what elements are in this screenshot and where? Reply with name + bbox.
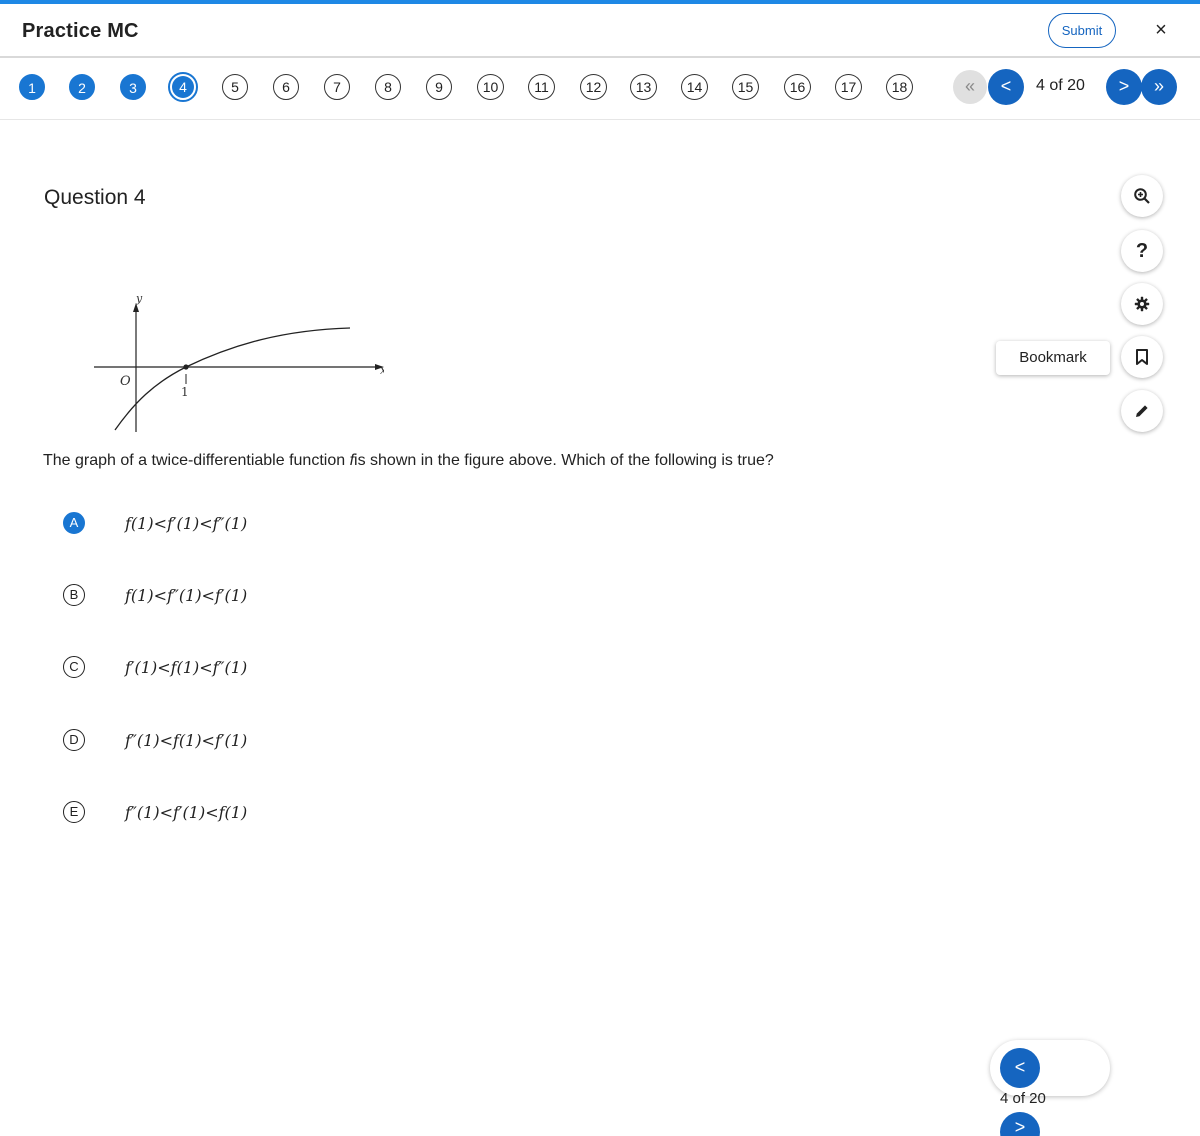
bookmark-label[interactable]: Bookmark [996,341,1110,375]
question-text: The graph of a twice-differentiable func… [43,452,774,470]
close-button[interactable]: × [1149,18,1173,42]
tick-label-1: 1 [181,385,189,399]
question-number-13[interactable]: 13 [630,74,657,100]
floating-next-button[interactable]: > [1000,1112,1040,1136]
question-number-17[interactable]: 17 [835,74,862,100]
question-number-7[interactable]: 7 [324,74,350,100]
question-number-4[interactable]: 4 [168,72,198,102]
choice-letter-bubble[interactable]: A [63,512,85,534]
question-number-16[interactable]: 16 [784,74,811,100]
x-axis-label: x [380,363,384,377]
submit-button[interactable]: Submit [1048,13,1116,48]
zoom-in-icon [1134,188,1150,204]
help-button[interactable]: ? [1121,230,1163,272]
floating-previous-button[interactable]: < [1000,1048,1040,1088]
gear-icon [1134,296,1150,312]
question-number-14[interactable]: 14 [681,74,708,100]
question-number-1[interactable]: 1 [19,74,45,100]
choice-letter-bubble[interactable]: B [63,584,85,606]
answer-choice-e[interactable]: Ef″(1)<f′(1)<f(1) [63,801,563,827]
first-question-button[interactable]: « [953,70,987,104]
header: Practice MC Submit × [0,4,1200,58]
choice-letter-bubble[interactable]: D [63,729,85,751]
origin-label: O [120,374,131,389]
y-axis-label: y [135,292,143,305]
question-text-before: The graph of a twice-differentiable func… [43,452,350,469]
question-number-9[interactable]: 9 [426,74,452,100]
answer-choice-d[interactable]: Df″(1)<f(1)<f′(1) [63,729,563,755]
annotate-button[interactable] [1121,390,1163,432]
function-curve [114,327,351,431]
question-navigator: 1 2 3 4 5 6 7 8 9 10 11 12 13 14 15 16 17 18 « < 4 of 20 … [0,60,1200,120]
choice-text: f″(1)<f′(1)<f(1) [125,803,248,822]
zoom-in-button[interactable] [1121,175,1163,217]
answer-choice-c[interactable]: Cf′(1)<f(1)<f″(1) [63,656,563,682]
choice-text: f(1)<f′(1)<f″(1) [125,514,248,533]
choice-text: f″(1)<f(1)<f′(1) [125,731,248,750]
question-number-5[interactable]: 5 [222,74,248,100]
question-text-after: is shown in the figure above. Which of t… [354,452,774,469]
question-position: 4 of 20 [1036,77,1085,94]
bookmark-button[interactable] [1121,336,1163,378]
choice-text: f′(1)<f(1)<f″(1) [125,658,248,677]
choice-text: f(1)<f″(1)<f′(1) [125,586,248,605]
question-heading: Question 4 [44,186,146,209]
pencil-icon [1136,405,1148,417]
question-number-10[interactable]: 10 [477,74,504,100]
choice-letter-bubble[interactable]: E [63,801,85,823]
root-point [183,364,189,370]
question-number-6[interactable]: 6 [273,74,299,100]
question-number-18[interactable]: 18 [886,74,913,100]
question-number-15[interactable]: 15 [732,74,759,100]
app-title: Practice MC [22,20,139,42]
bookmark-icon [1136,349,1148,365]
question-number-8[interactable]: 8 [375,74,401,100]
question-number-11[interactable]: 11 [528,74,555,100]
question-number-label: 4 [172,76,194,98]
settings-button[interactable] [1121,283,1163,325]
answer-choice-b[interactable]: Bf(1)<f″(1)<f′(1) [63,584,563,610]
choice-letter-bubble[interactable]: C [63,656,85,678]
previous-question-button[interactable]: < [988,69,1024,105]
floating-position: 4 of 20 [1000,1090,1046,1107]
question-number-12[interactable]: 12 [580,74,607,100]
answer-choice-a[interactable]: Af(1)<f′(1)<f″(1) [63,512,563,538]
question-number-2[interactable]: 2 [69,74,95,100]
question-number-3[interactable]: 3 [120,74,146,100]
function-graph: y x O 1 [94,292,384,432]
last-question-button[interactable]: » [1141,69,1177,105]
next-question-button[interactable]: > [1106,69,1142,105]
